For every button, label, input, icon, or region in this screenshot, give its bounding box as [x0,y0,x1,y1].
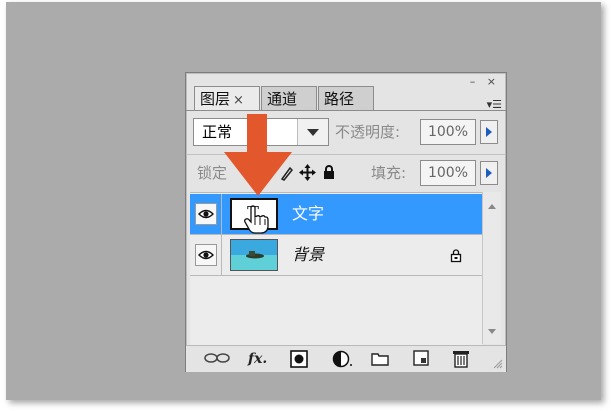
mask-icon[interactable] [290,350,308,368]
tab-paths-label: 路径 [324,90,355,108]
fill-input[interactable]: 100% [420,160,476,186]
new-layer-icon[interactable] [413,350,429,366]
move-icon[interactable] [299,164,316,181]
fill-label: 填充: [371,164,407,182]
fx-icon[interactable]: fx. [248,350,267,368]
resize-grip-icon[interactable] [493,359,503,369]
scroll-down-icon[interactable] [488,329,496,334]
play-icon [486,127,492,137]
link-icon[interactable] [204,352,230,364]
lock-icon[interactable] [323,165,335,180]
adjustment-layer-icon[interactable] [332,350,354,368]
divider [190,275,482,276]
layers-scrollbar[interactable] [482,192,501,344]
scroll-up-icon[interactable] [488,204,496,209]
layer-name-background[interactable]: 背景 [292,235,324,275]
lock-icon [450,249,462,263]
panel-tabbar: 图层 × 通道 路径 [194,86,494,111]
down-arrow-icon [224,114,292,196]
visibility-toggle[interactable] [190,235,222,275]
tab-divider [186,110,506,111]
layer-row-background[interactable]: 背景 [190,235,482,275]
layer-name-text[interactable]: 文字 [292,194,324,234]
opacity-slider-button[interactable] [480,120,498,144]
layers-list: T 文字 背景 [190,192,482,345]
tab-close-icon[interactable]: × [233,93,244,108]
visibility-toggle[interactable] [190,194,222,234]
play-icon [486,168,492,178]
beach-image-icon [231,240,277,270]
tab-layers[interactable]: 图层 × [194,86,260,111]
hand-cursor-icon [244,205,269,234]
opacity-input[interactable]: 100% [420,119,476,145]
trash-icon[interactable] [453,349,469,368]
chevron-down-icon[interactable] [297,119,328,145]
fill-slider-button[interactable] [480,161,498,185]
layers-toolbar: fx. [186,345,506,372]
layer-thumbnail-background [230,239,278,271]
tab-channels-label: 通道 [267,90,298,108]
eye-icon [197,209,214,219]
eye-icon [197,250,214,260]
tab-channels[interactable]: 通道 [261,86,317,110]
folder-icon[interactable] [371,351,389,366]
opacity-label: 不透明度: [335,123,401,141]
layer-row-text[interactable]: T 文字 [190,194,482,234]
tab-paths[interactable]: 路径 [318,86,374,110]
tab-layers-label: 图层 [200,90,231,108]
